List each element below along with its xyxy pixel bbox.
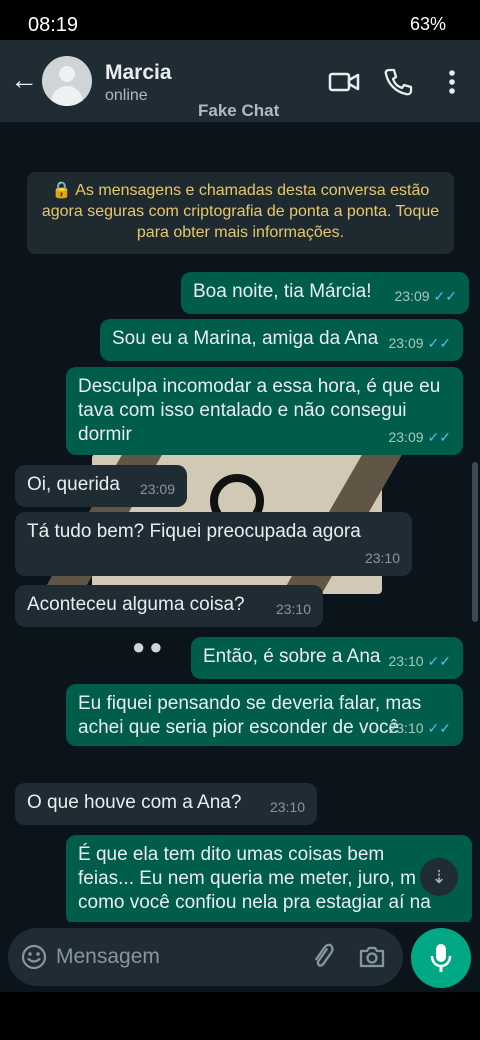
message-text: O que houve com a Ana?: [27, 792, 242, 813]
chevron-double-down-icon[interactable]: ⇣: [420, 858, 458, 896]
contact-status: online: [105, 87, 148, 104]
message-bubble-incoming[interactable]: Oi, querida 23:09: [15, 465, 187, 507]
message-time: 23:10: [269, 799, 305, 815]
message-text: Desculpa incomodar a essa hora, é que eu…: [78, 376, 441, 445]
message-text: Oi, querida: [27, 474, 120, 495]
message-input-placeholder: Mensagem: [56, 945, 160, 968]
avatar-body-shape: [51, 86, 83, 106]
status-bar: 08:19 63%: [0, 0, 480, 40]
message-text: Então, é sobre a Ana: [203, 646, 381, 667]
chat-area: ●● 🔒 As mensagens e chamadas desta conve…: [0, 122, 480, 922]
message-composer: Mensagem: [0, 922, 480, 992]
message-bubble-outgoing[interactable]: Sou eu a Marina, amiga da Ana 23:09 ✓✓: [100, 319, 463, 361]
mic-button[interactable]: [411, 928, 471, 988]
message-text: Aconteceu alguma coisa?: [27, 594, 245, 615]
message-time: 23:10 ✓✓: [388, 653, 451, 669]
message-bubble-incoming[interactable]: Tá tudo bem? Fiquei preocupada agora 23:…: [15, 512, 412, 576]
message-time: 23:09: [139, 481, 175, 497]
system-navigation-bar: [0, 992, 480, 1040]
message-bubble-outgoing[interactable]: Boa noite, tia Márcia! 23:09 ✓✓: [181, 272, 469, 314]
phone-icon[interactable]: [382, 66, 414, 98]
encryption-notice[interactable]: 🔒 As mensagens e chamadas desta conversa…: [27, 172, 454, 254]
message-bubble-outgoing[interactable]: Desculpa incomodar a essa hora, é que eu…: [66, 367, 463, 455]
arrow-left-icon[interactable]: ←: [10, 66, 38, 94]
status-battery: 63%: [409, 14, 446, 34]
message-bubble-incoming[interactable]: O que houve com a Ana? 23:10: [15, 783, 317, 825]
message-time: 23:09 ✓✓: [388, 335, 451, 351]
message-bubble-outgoing[interactable]: É que ela tem dito umas coisas bem feias…: [66, 835, 472, 922]
more-vertical-icon[interactable]: [436, 66, 468, 98]
message-text: Sou eu a Marina, amiga da Ana: [112, 328, 379, 349]
contact-name[interactable]: Marcia: [105, 61, 172, 85]
microphone-icon: [430, 944, 452, 972]
double-check-icon: ✓✓: [427, 720, 451, 736]
avatar[interactable]: [42, 56, 92, 106]
whatsapp-screen: 08:19 63% ← Marcia online Fake Chat ●● 🔒…: [0, 0, 480, 1040]
message-bubble-outgoing[interactable]: Então, é sobre a Ana 23:10 ✓✓: [191, 637, 463, 679]
message-time: 23:09 ✓✓: [388, 429, 451, 445]
message-bubble-outgoing[interactable]: Eu fiquei pensando se deveria falar, mas…: [66, 684, 463, 746]
message-time: 23:10: [364, 550, 400, 566]
chat-scrollbar[interactable]: [472, 462, 478, 622]
message-text: É que ela tem dito umas coisas bem feias…: [78, 844, 431, 913]
message-text: Tá tudo bem? Fiquei preocupada agora: [27, 521, 361, 542]
avatar-head-shape: [59, 66, 75, 82]
status-time: 08:19: [28, 14, 79, 36]
paperclip-icon[interactable]: [308, 942, 338, 972]
watermark-label: Fake Chat: [198, 101, 280, 120]
sticker-dots: ●●: [132, 634, 167, 659]
message-input[interactable]: Mensagem: [8, 928, 403, 986]
message-text: Boa noite, tia Márcia!: [193, 281, 372, 302]
double-check-icon: ✓✓: [427, 653, 451, 669]
double-check-icon: ✓✓: [427, 335, 451, 351]
message-bubble-incoming[interactable]: Aconteceu alguma coisa? 23:10: [15, 585, 323, 627]
message-time: 23:09 ✓✓: [394, 288, 457, 304]
video-camera-icon[interactable]: [328, 66, 360, 98]
emoji-icon[interactable]: [20, 943, 48, 971]
message-time: 23:10 ✓✓: [388, 720, 451, 736]
message-time: 23:10: [275, 601, 311, 617]
double-check-icon: ✓✓: [433, 288, 457, 304]
double-check-icon: ✓✓: [427, 429, 451, 445]
message-text: Eu fiquei pensando se deveria falar, mas…: [78, 693, 422, 738]
camera-icon[interactable]: [357, 942, 387, 972]
